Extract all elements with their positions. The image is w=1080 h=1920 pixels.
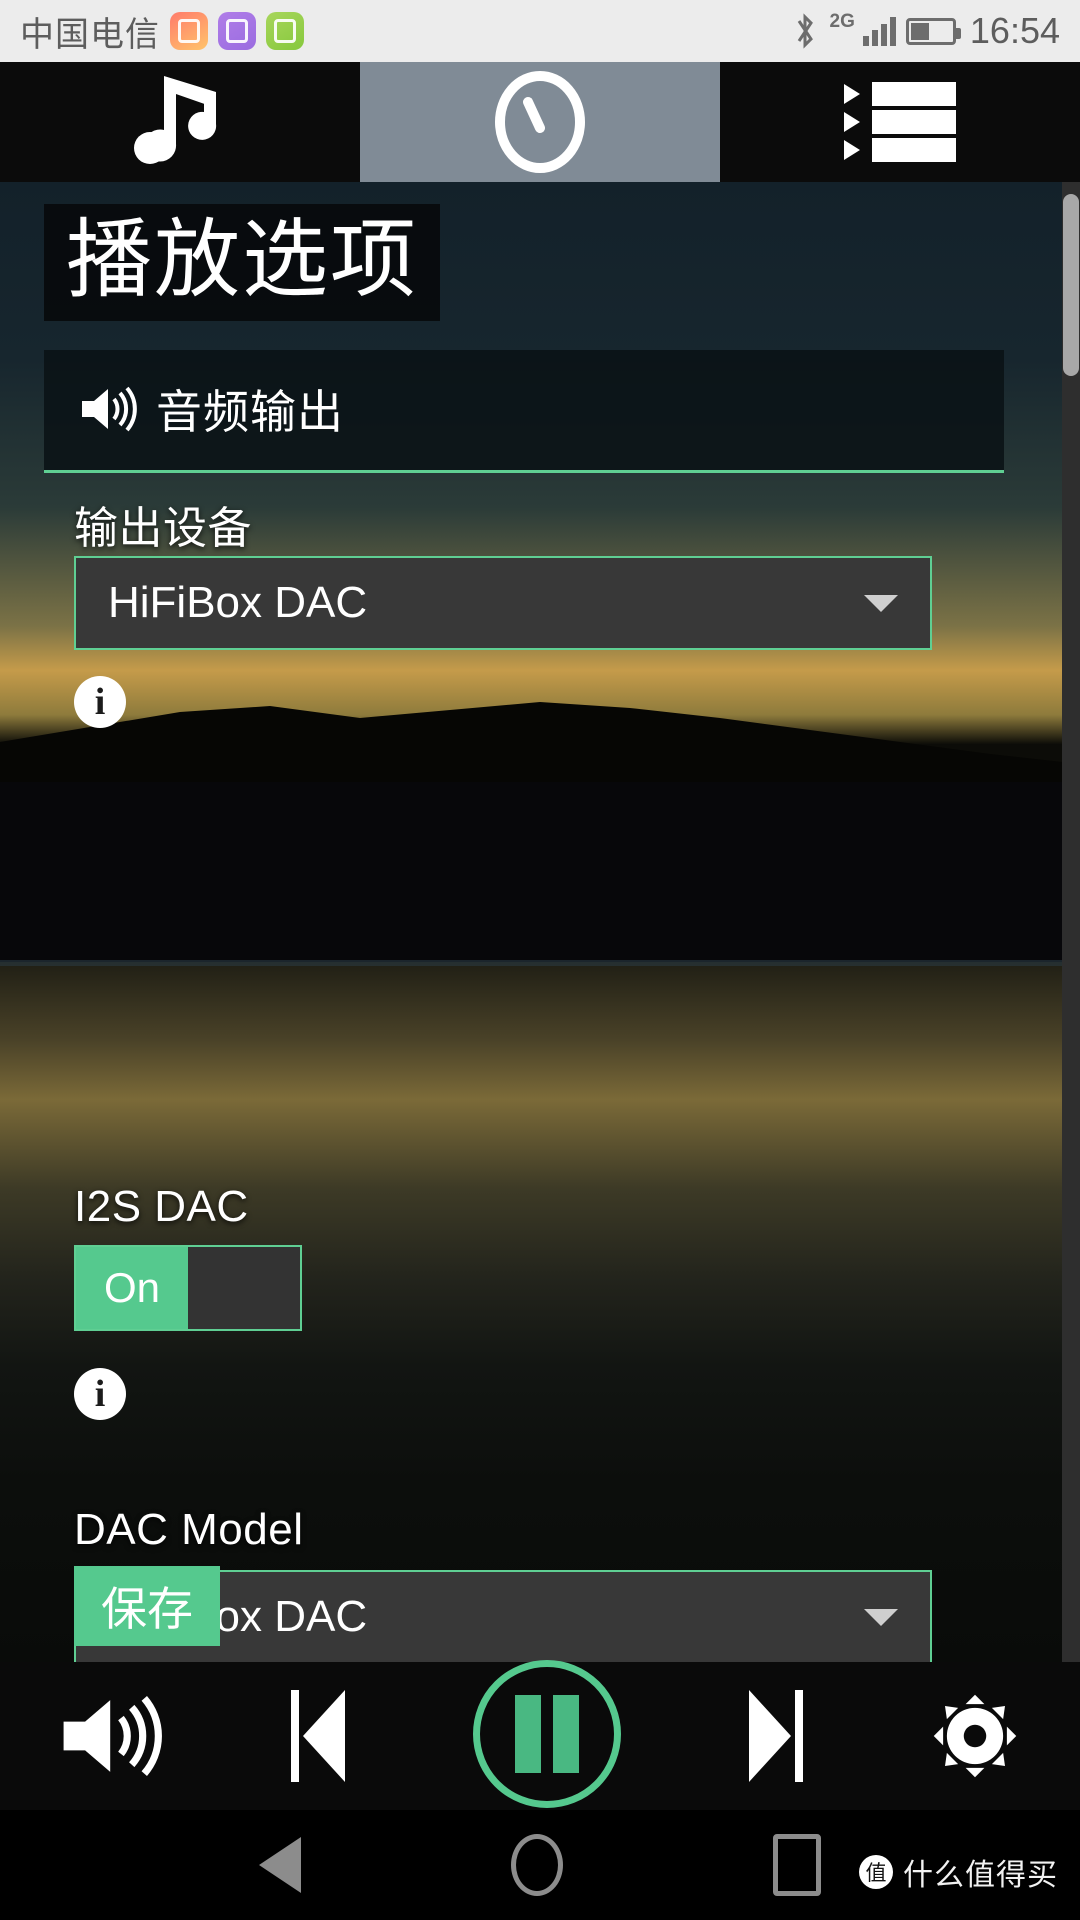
save-button[interactable]: 保存 <box>74 1566 220 1646</box>
tab-playback-options[interactable] <box>360 62 720 182</box>
watermark-logo: 值 <box>859 1855 893 1889</box>
output-device-value: HiFiBox DAC <box>108 578 368 627</box>
i2s-dac-info-icon[interactable]: i <box>74 1368 126 1420</box>
page-title: 播放选项 <box>44 204 440 322</box>
dac-model-value: HiFiBox DAC <box>108 1592 368 1641</box>
scrollbar-thumb[interactable] <box>1063 194 1079 376</box>
chevron-down-icon <box>864 594 898 612</box>
carrier-label: 中国电信 <box>20 15 160 54</box>
skip-next-icon[interactable] <box>741 1682 811 1790</box>
output-device-label: 输出设备 <box>74 504 252 553</box>
bluetooth-icon <box>797 13 813 49</box>
status-bar: 中国电信 2G 16:54 <box>0 0 1080 62</box>
battery-icon <box>905 17 961 45</box>
tab-bar <box>0 62 1080 182</box>
pause-bar-left <box>514 1695 541 1773</box>
tab-playlist[interactable] <box>720 62 1080 182</box>
back-triangle-icon[interactable] <box>259 1837 301 1893</box>
section-header: 音频输出 <box>44 350 1004 473</box>
watermark-text: 什么值得买 <box>903 1859 1058 1892</box>
output-device-select[interactable]: HiFiBox DAC <box>74 556 932 650</box>
volume-icon[interactable] <box>60 1692 164 1780</box>
music-note-icon <box>134 76 217 164</box>
health-app-icon <box>170 12 208 50</box>
recents-square-icon[interactable] <box>773 1834 821 1896</box>
output-device-info-icon[interactable]: i <box>74 676 126 728</box>
pause-bar-right <box>552 1695 579 1773</box>
pause-button[interactable] <box>472 1660 621 1808</box>
i2s-dac-toggle-on-label: On <box>103 1264 161 1311</box>
dac-model-label: DAC Model <box>74 1505 304 1554</box>
gear-icon[interactable] <box>930 1691 1020 1781</box>
status-icons: 2G 16:54 <box>792 10 1060 52</box>
clock-dial-icon <box>495 71 585 173</box>
chevron-down-icon <box>864 1608 898 1626</box>
skip-previous-icon[interactable] <box>283 1682 353 1790</box>
speaker-volume-icon <box>82 386 137 432</box>
signal-bars-icon <box>862 16 896 46</box>
network-type-label: 2G <box>829 11 855 32</box>
i2s-dac-toggle[interactable]: On <box>74 1245 302 1331</box>
shield-app-icon <box>266 12 304 50</box>
watermark: 值 什么值得买 <box>859 1850 1058 1894</box>
playlist-lines-icon <box>844 82 956 162</box>
home-circle-icon[interactable] <box>511 1834 563 1896</box>
clock-label: 16:54 <box>969 10 1060 51</box>
gallery-app-icon <box>218 12 256 50</box>
audio-output-card: 音频输出 <box>44 350 1004 473</box>
settings-scroll-area[interactable]: 播放选项 音频输出 输出设备 HiFiBox DAC i I2S DAC On … <box>0 182 1080 1662</box>
i2s-dac-toggle-off[interactable] <box>188 1247 300 1329</box>
scrollbar-track[interactable] <box>1062 182 1080 1662</box>
i2s-dac-label: I2S DAC <box>74 1182 249 1231</box>
i2s-dac-toggle-on[interactable]: On <box>76 1247 188 1329</box>
player-controls-bar <box>0 1660 1080 1810</box>
section-heading: 音频输出 <box>156 386 344 438</box>
tab-music[interactable] <box>0 62 360 182</box>
